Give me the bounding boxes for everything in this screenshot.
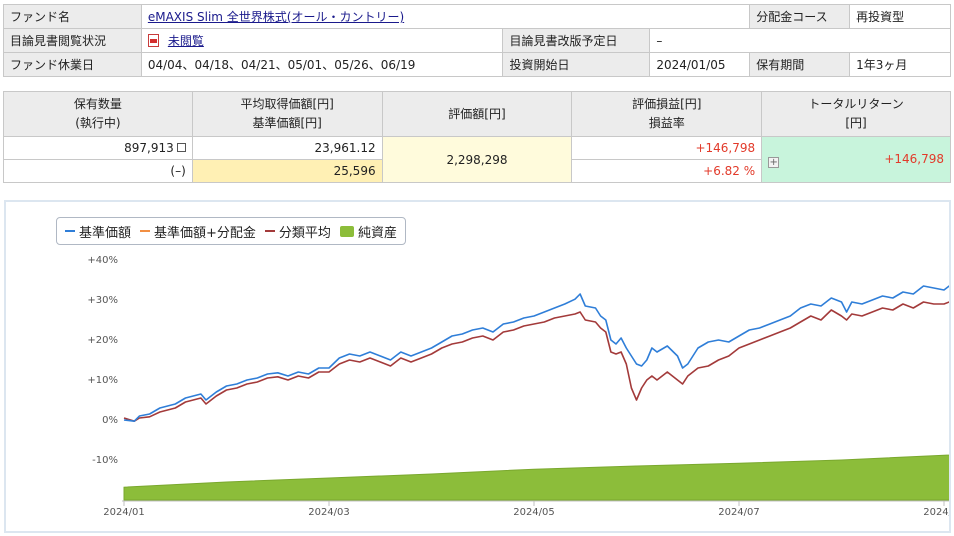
holding-period-label: 保有期間 <box>749 52 851 77</box>
performance-chart: +40% +30% +20% +10% 0% -10% 2024/01 2024/03 2024… <box>4 200 951 533</box>
dividend-course-label: 分配金コース <box>749 4 851 29</box>
prospectus-revision-value: – <box>649 28 951 53</box>
prospectus-revision-label: 目論見書改版予定日 <box>502 28 651 53</box>
legend-assets[interactable]: 純資産 <box>339 222 397 241</box>
legend-assets-swatch <box>339 225 354 237</box>
total-return-value: +146,798 <box>884 151 944 166</box>
holding-table: 保有数量 (執行中) 平均取得価額[円] 基準価額[円] 評価額[円] 評価損益[円… <box>3 91 951 183</box>
pdf-icon[interactable] <box>147 34 159 47</box>
legend-nav-swatch <box>65 230 75 232</box>
net-assets-area <box>123 454 949 501</box>
y-tick-label: +30% <box>87 295 118 306</box>
total-return-cell: + +146,798 <box>761 136 951 183</box>
nav-value: 25,596 <box>191 159 383 183</box>
gain-value: +146,798 <box>571 136 763 160</box>
chart-canvas: +40% +30% +20% +10% 0% -10% 2024/01 2024/03 2024… <box>87 255 949 518</box>
nav-line <box>123 285 949 422</box>
x-tick-label: 2024/01 <box>103 507 145 518</box>
fund-holidays-value: 04/04、04/18、04/21、05/01、05/26、06/19 <box>140 52 504 77</box>
dividend-course-value: 再投資型 <box>849 4 951 29</box>
fund-name-link[interactable]: eMAXIS Slim 全世界株式(オール・カントリー) <box>148 10 404 24</box>
prospectus-status-cell: 未閲覧 <box>140 28 504 53</box>
legend-category[interactable]: 分類平均 <box>264 222 331 241</box>
total-return-header: トータルリターン [円] <box>761 91 951 137</box>
prospectus-link[interactable]: 未閲覧 <box>168 34 204 48</box>
quantity-value: 897,913 <box>124 141 174 155</box>
investment-start-value: 2024/01/05 <box>649 52 751 77</box>
pending-quantity: (–) <box>3 159 193 183</box>
fund-info-table: ファンド名 eMAXIS Slim 全世界株式(オール・カントリー) 分配金コー… <box>3 4 951 77</box>
x-tick-label: 2024/03 <box>308 507 350 518</box>
investment-start-label: 投資開始日 <box>502 52 651 77</box>
legend-nav[interactable]: 基準価額 <box>65 222 131 241</box>
expand-plus-icon[interactable]: + <box>768 156 780 168</box>
value-header: 評価額[円] <box>381 91 573 137</box>
legend-category-swatch <box>264 230 275 232</box>
gain-header: 評価損益[円] 損益率 <box>571 91 763 137</box>
category-average-line <box>123 301 949 422</box>
y-tick-label: -10% <box>92 455 118 466</box>
x-tick-label: 2024/05 <box>513 507 555 518</box>
legend-nav-dividend-swatch <box>140 230 151 232</box>
quantity-cell: 897,913 <box>3 136 193 160</box>
chart-legend: 基準価額 基準価額+分配金 分類平均 純資産 <box>56 217 406 245</box>
quantity-header: 保有数量 (執行中) <box>3 91 193 137</box>
y-tick-label: 0% <box>102 415 118 426</box>
y-tick-label: +10% <box>87 375 118 386</box>
fund-holidays-label: ファンド休業日 <box>3 52 142 77</box>
prospectus-status-label: 目論見書閲覧状況 <box>3 28 142 53</box>
square-icon <box>176 143 186 152</box>
y-tick-label: +20% <box>87 335 118 346</box>
y-tick-label: +40% <box>87 255 118 266</box>
gain-rate-value: +6.82 % <box>571 159 763 183</box>
valuation-value: 2,298,298 <box>381 136 573 183</box>
avg-cost-value: 23,961.12 <box>191 136 383 160</box>
cost-header: 平均取得価額[円] 基準価額[円] <box>191 91 383 137</box>
holding-period-value: 1年3ヶ月 <box>849 52 951 77</box>
x-tick-label: 2024/09 <box>923 507 949 518</box>
fund-name-label: ファンド名 <box>3 4 142 29</box>
x-tick-label: 2024/07 <box>718 507 760 518</box>
legend-nav-dividend[interactable]: 基準価額+分配金 <box>140 222 256 241</box>
